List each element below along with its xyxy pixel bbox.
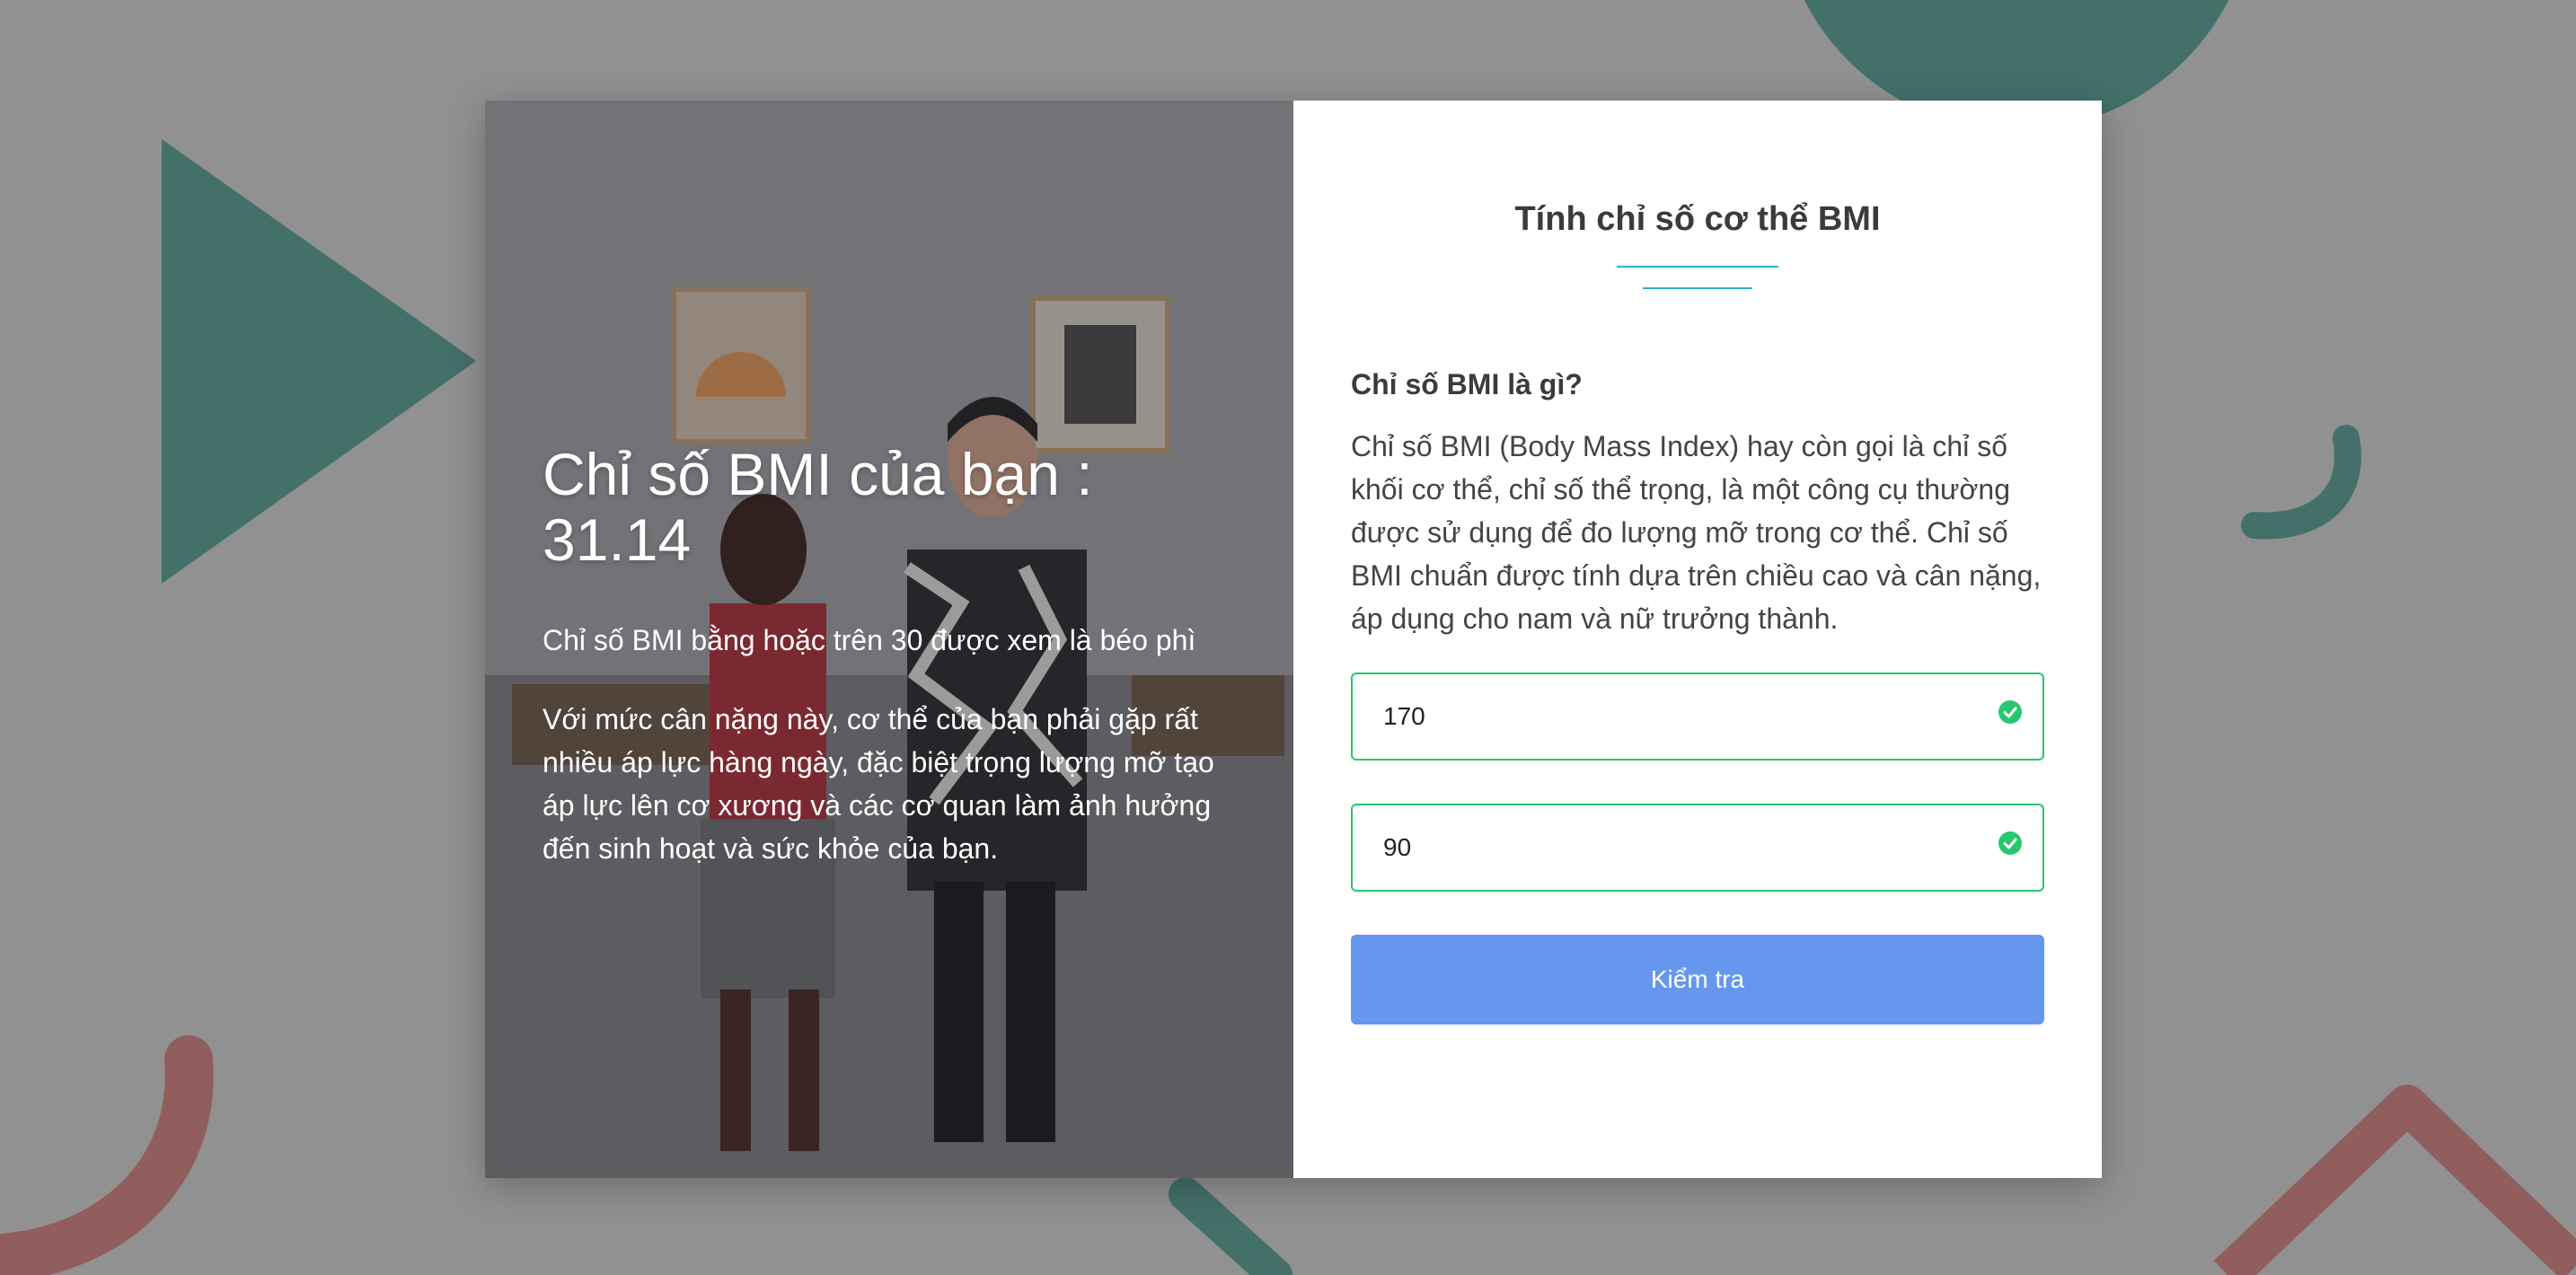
title-divider-bottom bbox=[1643, 286, 1752, 289]
weight-input[interactable] bbox=[1353, 805, 1976, 890]
bmi-info-text: Chỉ số BMI (Body Mass Index) hay còn gọi… bbox=[1351, 429, 2042, 635]
bmi-result: Chỉ số BMI của bạn : 31.14 Chỉ số BMI bằ… bbox=[543, 442, 1234, 870]
bmi-category-text: Chỉ số BMI bằng hoặc trên 30 được xem là… bbox=[543, 624, 1196, 657]
bmi-card: Chỉ số BMI của bạn : 31.14 Chỉ số BMI bằ… bbox=[485, 101, 2102, 1178]
weight-field bbox=[1351, 803, 2044, 892]
title-divider-top bbox=[1617, 265, 1778, 268]
bmi-result-title: Chỉ số BMI của bạn : 31.14 bbox=[543, 441, 1093, 573]
result-panel: Chỉ số BMI của bạn : 31.14 Chỉ số BMI bằ… bbox=[485, 101, 1293, 1178]
height-field bbox=[1351, 672, 2044, 761]
check-bmi-button[interactable]: Kiểm tra bbox=[1351, 934, 2044, 1024]
bmi-info-heading: Chỉ số BMI là gì? bbox=[1351, 367, 1583, 400]
height-input[interactable] bbox=[1353, 673, 1976, 759]
bmi-advice-text: Với mức cân nặng này, cơ thể của bạn phả… bbox=[543, 702, 1214, 865]
form-title: Tính chỉ số cơ thể BMI bbox=[1514, 200, 1881, 238]
check-circle-icon bbox=[1998, 699, 2022, 724]
check-circle-icon bbox=[1998, 831, 2022, 855]
bmi-form-panel: Tính chỉ số cơ thể BMI Chỉ số BMI là gì?… bbox=[1293, 101, 2102, 1178]
